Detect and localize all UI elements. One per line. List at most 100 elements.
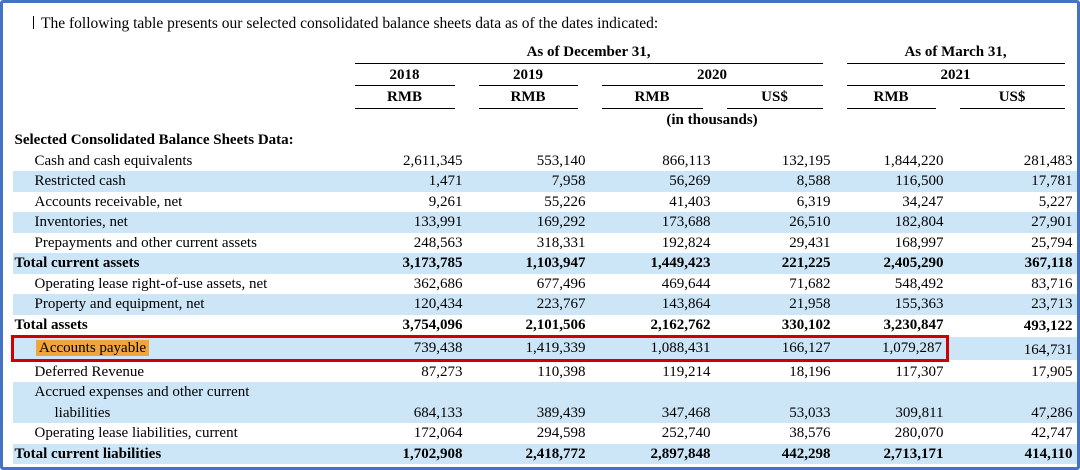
group-header-dec31: As of December 31, (355, 43, 823, 64)
table-row: Restricted cash 1,4717,95856,2698,588116… (13, 171, 1077, 192)
cell-value: 120,434 (343, 294, 467, 315)
cell-value: 41,403 (590, 192, 715, 213)
cell-value: 5,227 (948, 192, 1077, 213)
row-label: Inventories, net (13, 212, 343, 233)
row-label: Total current liabilities (13, 444, 343, 465)
cell-value: 169,292 (467, 212, 590, 233)
cell-value: 155,363 (835, 294, 948, 315)
cell-value: 677,496 (467, 274, 590, 295)
cell-value: 27,901 (948, 212, 1077, 233)
cell-value: 309,811 (835, 403, 948, 424)
year-2020: 2020 (602, 66, 823, 87)
cell-value: 221,225 (715, 253, 835, 274)
cell-value: 2,405,290 (835, 253, 948, 274)
row-label: Operating lease liabilities, current (13, 423, 343, 444)
cell-value: 21,958 (715, 294, 835, 315)
row-label: Operating lease right-of-use assets, net (13, 274, 343, 295)
cell-value: 248,563 (343, 233, 467, 254)
row-label: Accrued expenses and other current (13, 382, 343, 403)
group-header-mar31: As of March 31, (847, 43, 1065, 64)
cell-value: 192,824 (590, 233, 715, 254)
cell-value: 2,418,772 (467, 444, 590, 465)
table-row: liabilities 684,133389,439347,46853,0333… (13, 403, 1077, 424)
balance-sheet-table: As of December 31, As of March 31, 2018 … (11, 42, 1077, 464)
cell-value: 866,113 (590, 151, 715, 172)
table-row: Total current assets 3,173,7851,103,9471… (13, 253, 1077, 274)
cell-value: 6,319 (715, 192, 835, 213)
row-label: Accounts receivable, net (13, 192, 343, 213)
cell-value: 389,439 (467, 403, 590, 424)
cell-value: 1,702,908 (343, 444, 467, 465)
header-spacer (343, 110, 467, 131)
document-page: The following table presents our selecte… (0, 0, 1080, 470)
currency-header-cell: RMB (467, 87, 590, 110)
row-label: Total current assets (13, 253, 343, 274)
year-header-cell: 2019 (467, 65, 590, 88)
cell-value: 739,438 (343, 337, 467, 361)
currency-rmb-2018: RMB (355, 88, 455, 109)
cell-value: 469,644 (590, 274, 715, 295)
currency-header-cell: US$ (715, 87, 835, 110)
cell-value: 110,398 (467, 360, 590, 382)
year-header-cell: 2021 (835, 65, 1077, 88)
cell-value: 117,307 (835, 360, 948, 382)
cell-value: 684,133 (343, 403, 467, 424)
cell-value: 553,140 (467, 151, 590, 172)
table-row: Accounts payable 739,4381,419,3391,088,4… (13, 337, 1077, 361)
header-spacer (13, 87, 343, 110)
cell-value: 172,064 (343, 423, 467, 444)
table-row: Property and equipment, net 120,434223,7… (13, 294, 1077, 315)
cell-value: 442,298 (715, 444, 835, 465)
cell-value: 56,269 (590, 171, 715, 192)
cell-value: 182,804 (835, 212, 948, 233)
cell-value: 294,598 (467, 423, 590, 444)
row-label: Total assets (13, 315, 343, 337)
cell-value: 280,070 (835, 423, 948, 444)
row-label: Property and equipment, net (13, 294, 343, 315)
header-spacer (467, 110, 590, 131)
cell-value (948, 130, 1077, 151)
table-row: Total current liabilities 1,702,9082,418… (13, 444, 1077, 465)
cell-value: 1,419,339 (467, 337, 590, 361)
cell-value: 1,103,947 (467, 253, 590, 274)
cell-value: 2,713,171 (835, 444, 948, 465)
cell-value: 1,088,431 (590, 337, 715, 361)
cell-value (835, 382, 948, 403)
currency-header-cell: RMB (835, 87, 948, 110)
intro-text: The following table presents our selecte… (41, 15, 658, 32)
cell-value: 252,740 (590, 423, 715, 444)
currency-header-row: RMB RMB RMB US$ RMB US$ (13, 87, 1077, 110)
group-header-row: As of December 31, As of March 31, (13, 42, 1077, 65)
cell-value: 281,483 (948, 151, 1077, 172)
table-row: Selected Consolidated Balance Sheets Dat… (13, 130, 1077, 151)
cell-value: 116,500 (835, 171, 948, 192)
cell-value: 347,468 (590, 403, 715, 424)
table-row: Operating lease right-of-use assets, net… (13, 274, 1077, 295)
cell-value: 53,033 (715, 403, 835, 424)
table-row: Accounts receivable, net 9,26155,22641,4… (13, 192, 1077, 213)
year-2018: 2018 (355, 66, 455, 87)
header-spacer (13, 110, 343, 131)
cell-value: 42,747 (948, 423, 1077, 444)
cell-value: 223,767 (467, 294, 590, 315)
cell-value: 318,331 (467, 233, 590, 254)
cell-value: 166,127 (715, 337, 835, 361)
cell-value: 17,781 (948, 171, 1077, 192)
cell-value (715, 382, 835, 403)
header-spacer (948, 110, 1077, 131)
cell-value (715, 130, 835, 151)
table-row: Accrued expenses and other current (13, 382, 1077, 403)
cell-value: 23,713 (948, 294, 1077, 315)
cell-value: 38,576 (715, 423, 835, 444)
highlight-accounts-payable[interactable]: Accounts payable (36, 340, 149, 356)
currency-rmb-2019: RMB (479, 88, 578, 109)
cell-value: 2,611,345 (343, 151, 467, 172)
cell-value: 119,214 (590, 360, 715, 382)
cell-value: 414,110 (948, 444, 1077, 465)
cell-value: 362,686 (343, 274, 467, 295)
year-header-row: 2018 2019 2020 2021 (13, 65, 1077, 88)
group-header-cell-dec: As of December 31, (343, 42, 835, 65)
cell-value: 17,905 (948, 360, 1077, 382)
table-row: Total assets 3,754,0962,101,5062,162,762… (13, 315, 1077, 337)
cell-value: 83,716 (948, 274, 1077, 295)
